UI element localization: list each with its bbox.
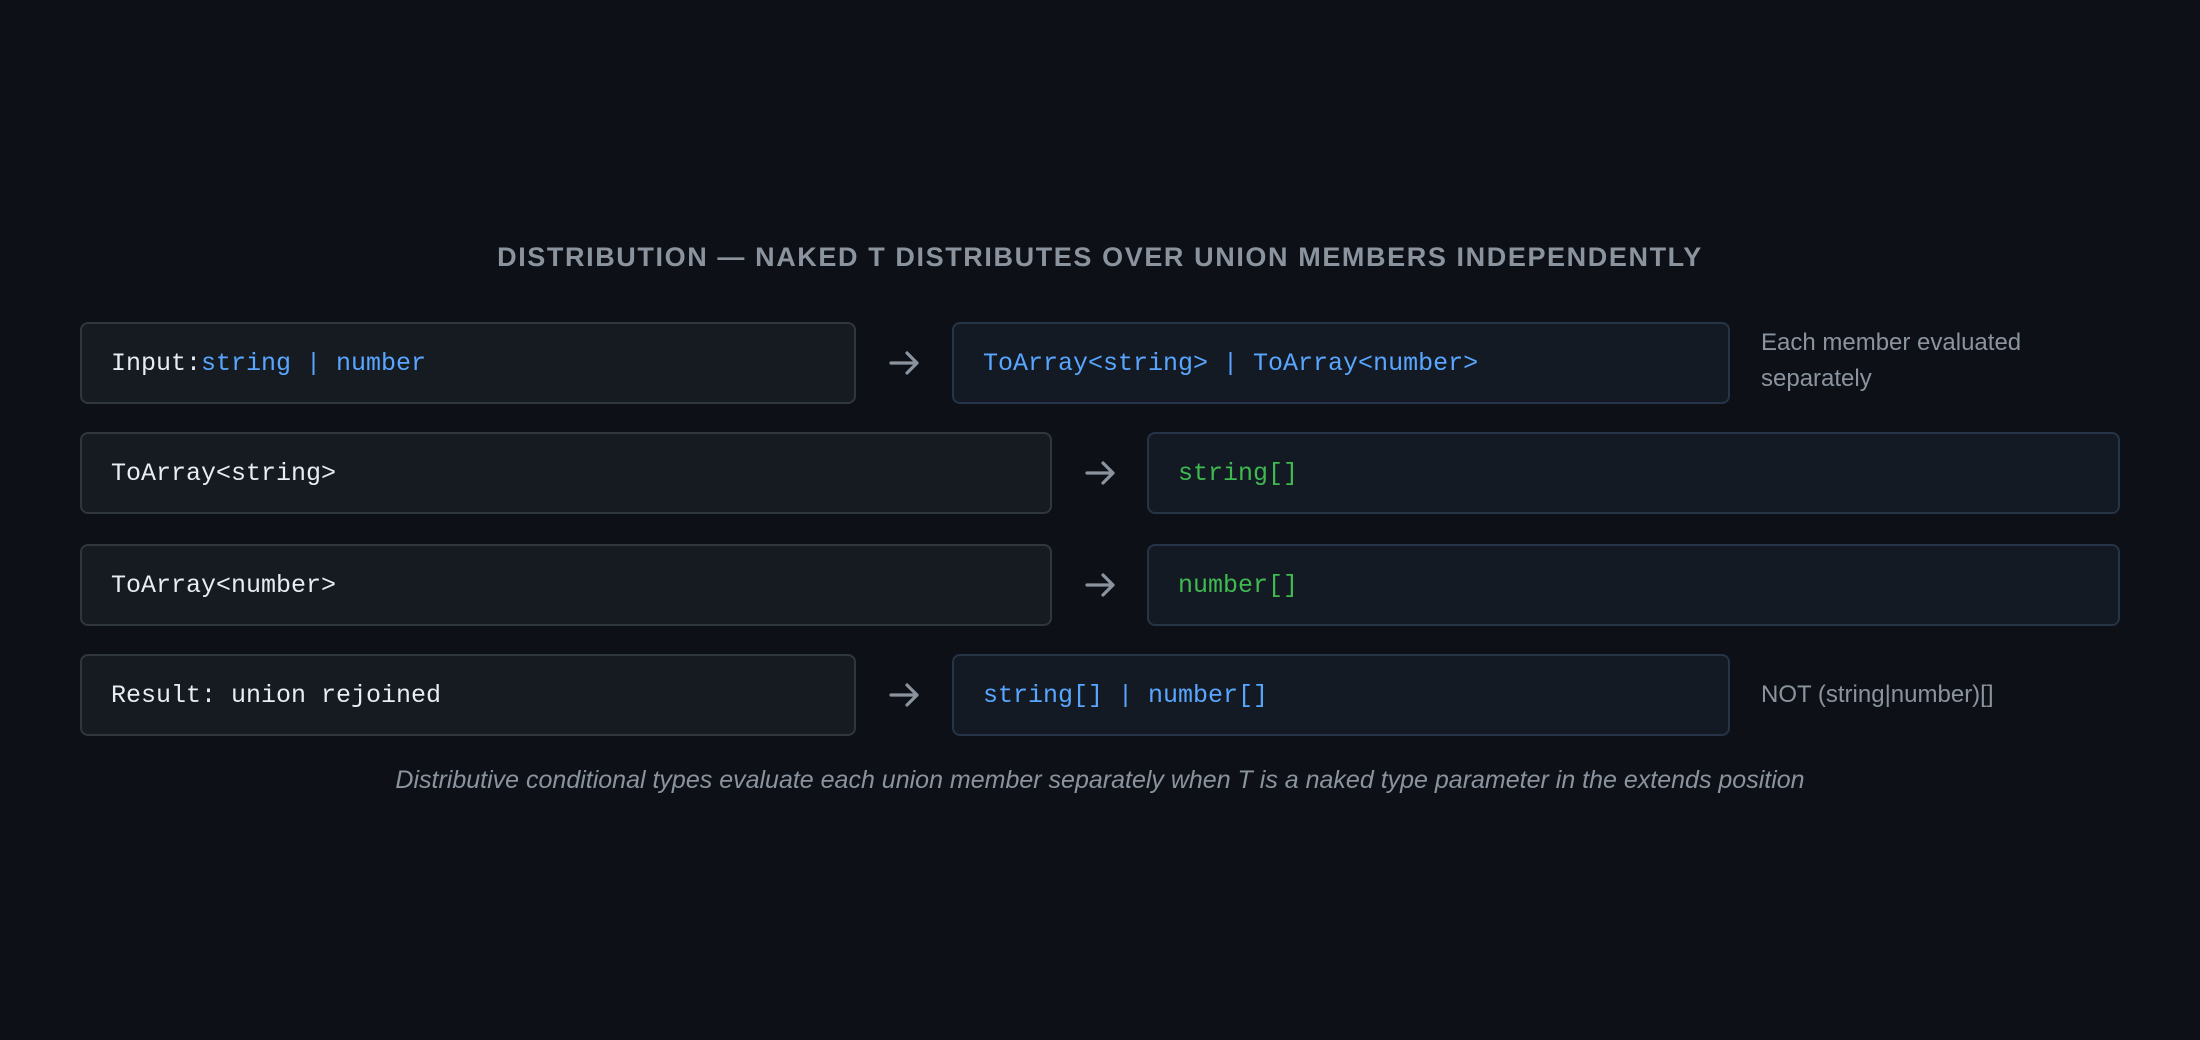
input-union-box: Input: string | number bbox=[80, 322, 856, 404]
toarray-number-value: ToArray<number> bbox=[111, 570, 337, 600]
diagram-caption: Distributive conditional types evaluate … bbox=[395, 766, 1805, 794]
result-union-box: Result: union rejoined bbox=[80, 654, 856, 736]
rejoined-result-value: string[] | number[] bbox=[983, 680, 1269, 710]
arrow-right-icon bbox=[889, 351, 919, 375]
note-not-array-of-union: NOT (string|number)[] bbox=[1761, 681, 1994, 708]
input-label: Input: bbox=[111, 348, 202, 378]
string-array-box: string[] bbox=[1147, 432, 2120, 514]
toarray-number-box: ToArray<number> bbox=[80, 544, 1052, 626]
result-label: Result: union rejoined bbox=[111, 680, 442, 710]
number-array-value: number[] bbox=[1178, 570, 1299, 600]
arrow-right-icon bbox=[1085, 573, 1115, 597]
arrow-right-icon bbox=[889, 683, 919, 707]
number-array-box: number[] bbox=[1147, 544, 2120, 626]
input-union-value: string | number bbox=[201, 348, 427, 378]
note-each-member: Each member evaluated separately bbox=[1761, 329, 2022, 392]
distributed-result-value: ToArray<string> | ToArray<number> bbox=[983, 348, 1479, 378]
string-array-value: string[] bbox=[1178, 458, 1299, 488]
toarray-string-value: ToArray<string> bbox=[111, 458, 337, 488]
arrow-right-icon bbox=[1085, 461, 1115, 485]
rejoined-result-box: string[] | number[] bbox=[952, 654, 1730, 736]
toarray-string-box: ToArray<string> bbox=[80, 432, 1052, 514]
diagram-title: DISTRIBUTION — NAKED T DISTRIBUTES OVER … bbox=[497, 242, 1703, 272]
distributed-result-box: ToArray<string> | ToArray<number> bbox=[952, 322, 1730, 404]
